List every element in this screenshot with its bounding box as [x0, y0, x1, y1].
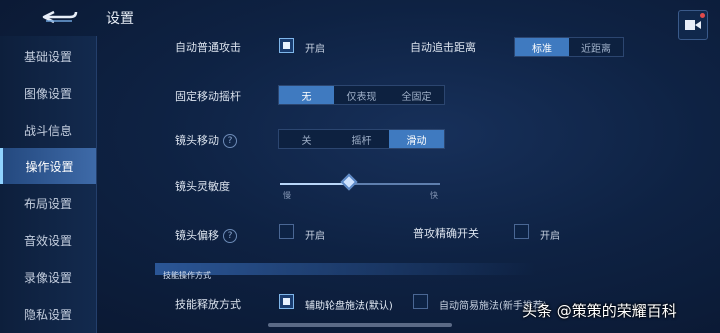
sidebar-item-label: 音效设置	[23, 233, 72, 248]
skill-release-option-b-checkbox[interactable]	[413, 294, 428, 309]
camera-offset-checkbox[interactable]	[279, 224, 294, 239]
skill-release-option-a-label: 辅助轮盘施法(默认)	[305, 301, 393, 312]
video-camera-icon	[685, 20, 701, 30]
joystick-option-full[interactable]: 全固定	[389, 86, 444, 104]
sidebar-item-label: 图像设置	[23, 86, 72, 101]
joystick-option-none[interactable]: 无	[279, 86, 334, 104]
camera-offset-checkbox-label: 开启	[305, 231, 325, 242]
notification-dot	[700, 13, 705, 18]
back-arrow-icon	[42, 10, 78, 24]
settings-screen: 设置 基础设置 图像设置 战斗信息 操作设置 布局设置 音效设置 录像设置 隐私…	[0, 0, 720, 333]
camera-move-option-joystick[interactable]: 摇杆	[334, 130, 389, 148]
camera-move-label-text: 镜头移动	[175, 134, 219, 147]
auto-attack-checkbox-label: 开启	[305, 44, 325, 55]
back-button[interactable]	[38, 6, 82, 28]
sidebar-item-combat-info[interactable]: 战斗信息	[0, 112, 96, 148]
page-title: 设置	[106, 11, 134, 27]
sidebar-item-basic[interactable]: 基础设置	[0, 38, 96, 74]
sidebar-item-label: 录像设置	[23, 270, 72, 285]
skill-release-label: 技能释放方式	[175, 298, 241, 311]
joystick-option-display[interactable]: 仅表现	[334, 86, 389, 104]
auto-chase-option-standard[interactable]: 标准	[515, 38, 569, 56]
sidebar-item-label: 战斗信息	[23, 123, 72, 138]
auto-chase-option-close[interactable]: 近距离	[569, 38, 623, 56]
camera-offset-label: 镜头偏移?	[175, 227, 237, 243]
camera-move-option-swipe[interactable]: 滑动	[389, 130, 444, 148]
watermark-text: 头条 @策策的荣耀百科	[522, 302, 677, 320]
precise-attack-checkbox-label: 开启	[540, 231, 560, 242]
sidebar-item-label: 基础设置	[23, 49, 72, 64]
sensitivity-slider-fill	[280, 183, 349, 185]
sidebar-item-controls[interactable]: 操作设置	[0, 148, 96, 184]
sidebar-item-replay[interactable]: 录像设置	[0, 259, 96, 295]
sidebar-item-privacy[interactable]: 隐私设置	[0, 296, 96, 332]
sidebar-item-label: 隐私设置	[23, 307, 72, 322]
sidebar-item-layout[interactable]: 布局设置	[0, 185, 96, 221]
sensitivity-min-label: 慢	[283, 191, 291, 200]
sidebar-item-label: 操作设置	[25, 159, 74, 174]
section-header: 技能操作方式	[155, 263, 535, 280]
auto-attack-label: 自动普通攻击	[175, 41, 241, 54]
precise-attack-label: 普攻精确开关	[413, 227, 479, 240]
sensitivity-max-label: 快	[430, 191, 438, 200]
settings-sidebar: 基础设置 图像设置 战斗信息 操作设置 布局设置 音效设置 录像设置 隐私设置	[0, 36, 97, 333]
camera-move-option-off[interactable]: 关	[279, 130, 334, 148]
sidebar-item-graphics[interactable]: 图像设置	[0, 75, 96, 111]
auto-chase-label: 自动追击距离	[410, 41, 476, 54]
sensitivity-label: 镜头灵敏度	[175, 180, 230, 193]
sidebar-item-sound[interactable]: 音效设置	[0, 222, 96, 258]
sensitivity-slider-handle[interactable]	[340, 173, 358, 191]
joystick-segmented: 无 仅表现 全固定	[278, 85, 445, 105]
help-icon[interactable]: ?	[223, 134, 237, 148]
precise-attack-checkbox[interactable]	[514, 224, 529, 239]
camera-offset-label-text: 镜头偏移	[175, 229, 219, 242]
joystick-label: 固定移动摇杆	[175, 90, 241, 103]
camera-move-segmented: 关 摇杆 滑动	[278, 129, 445, 149]
record-button[interactable]	[678, 10, 708, 40]
auto-chase-segmented: 标准 近距离	[514, 37, 624, 57]
home-indicator[interactable]	[268, 323, 452, 327]
camera-move-label: 镜头移动?	[175, 132, 237, 148]
section-header-label: 技能操作方式	[163, 271, 211, 280]
skill-release-option-a-checkbox[interactable]	[279, 294, 294, 309]
auto-attack-checkbox[interactable]	[279, 38, 294, 53]
sidebar-item-label: 布局设置	[23, 196, 72, 211]
help-icon[interactable]: ?	[223, 229, 237, 243]
